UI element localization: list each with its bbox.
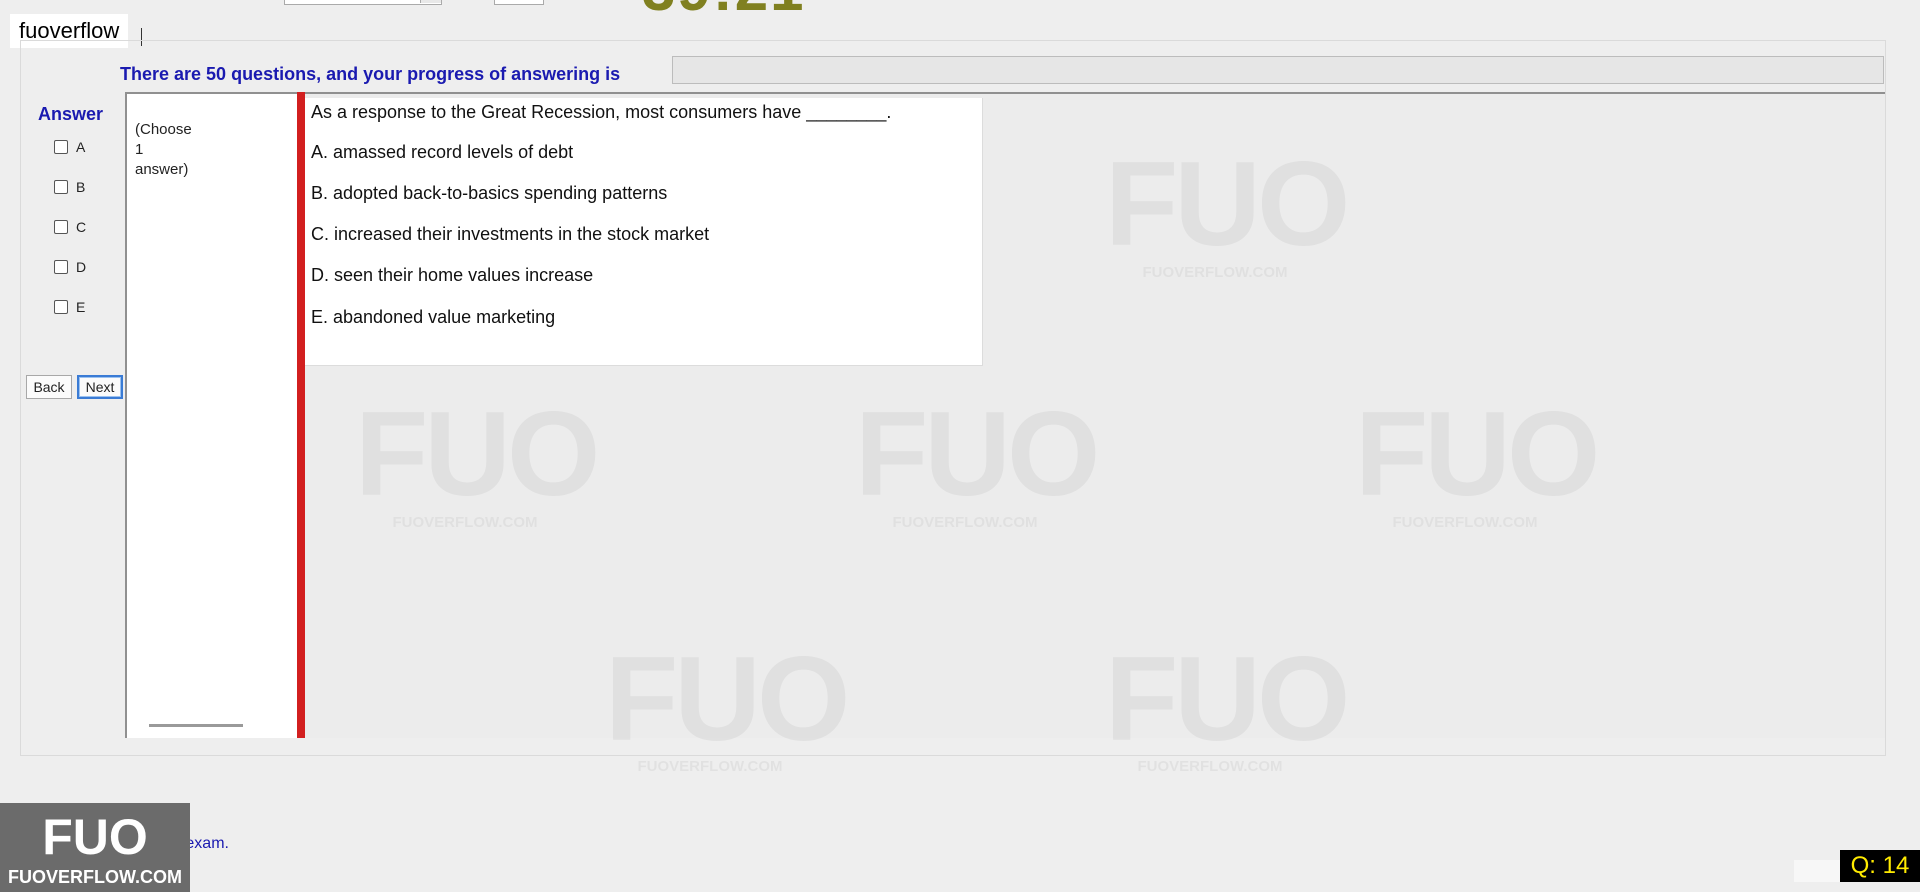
progress-bar [672, 56, 1884, 84]
progress-label: There are 50 questions, and your progres… [120, 64, 621, 84]
question-area: FUO FUOVERFLOW.COM FUO FUOVERFLOW.COM FU… [305, 92, 1885, 759]
checkbox-e[interactable] [54, 300, 68, 314]
answer-option-label: C [76, 219, 87, 235]
dropdown-arrow-icon[interactable] [420, 0, 441, 3]
question-box: As a response to the Great Recession, mo… [305, 98, 983, 366]
answer-option-e[interactable]: E [54, 297, 85, 317]
answer-option-a[interactable]: A [54, 137, 85, 157]
watermark: FUO FUOVERFLOW.COM [1105, 137, 1350, 281]
question-counter: Q: 14 [1840, 850, 1920, 882]
answer-option-c[interactable]: C [54, 217, 86, 237]
choose-panel[interactable]: (Choose 1 answer) [125, 92, 300, 738]
checkbox-b[interactable] [54, 180, 68, 194]
fuo-logo-site: FUOVERFLOW.COM [8, 867, 182, 887]
answer-option-b[interactable]: B [54, 177, 85, 197]
question-text: As a response to the Great Recession, mo… [311, 102, 892, 122]
answer-option-label: A [76, 139, 86, 155]
top-dropdown[interactable] [284, 0, 442, 5]
watermark: FUO FUOVERFLOW.COM [855, 387, 1100, 531]
watermark-site: FUOVERFLOW.COM [637, 758, 783, 775]
watermark-site: FUOVERFLOW.COM [1142, 264, 1288, 281]
watermark: FUOVERFLOW.COM [1100, 758, 1320, 775]
answer-option-d[interactable]: D [54, 257, 86, 277]
status-box [1794, 860, 1840, 882]
choose-hint: (Choose 1 answer) [135, 120, 192, 180]
question-option: B. adopted back-to-basics spending patte… [311, 183, 668, 203]
answer-option-label: B [76, 179, 86, 195]
top-spinner[interactable] [494, 0, 544, 5]
back-button[interactable]: Back [26, 375, 72, 399]
countdown-timer: 39:21 [642, 0, 805, 20]
watermark: FUOVERFLOW.COM [600, 758, 820, 775]
question-option: E. abandoned value marketing [311, 307, 556, 327]
horizontal-scrollbar[interactable] [149, 724, 243, 727]
question-option: C. increased their investments in the st… [311, 224, 710, 244]
question-option: D. seen their home values increase [311, 265, 594, 285]
answer-title: Answer [38, 104, 104, 124]
answer-option-label: D [76, 259, 87, 275]
watermark: FUO FUOVERFLOW.COM [355, 387, 600, 531]
watermark-logo: FUO [855, 387, 1100, 521]
next-button[interactable]: Next [77, 375, 123, 399]
watermark-logo: FUO [355, 387, 600, 521]
splitter-bar[interactable] [297, 92, 305, 738]
choose-hint-line: answer) [135, 161, 189, 178]
choose-hint-line: 1 [135, 141, 144, 158]
answer-option-label: E [76, 299, 86, 315]
watermark-site: FUOVERFLOW.COM [1392, 514, 1538, 531]
watermark-site: FUOVERFLOW.COM [1137, 758, 1283, 775]
fuo-logo-badge: FUO FUOVERFLOW.COM [0, 803, 190, 892]
watermark-logo: FUO [1355, 387, 1600, 521]
watermark-site: FUOVERFLOW.COM [392, 514, 538, 531]
watermark: FUO FUOVERFLOW.COM [1355, 387, 1600, 531]
choose-hint-line: (Choose [135, 121, 192, 138]
fuo-logo: FUO [42, 809, 148, 865]
watermark-logo: FUO [1105, 137, 1350, 271]
checkbox-a[interactable] [54, 140, 68, 154]
checkbox-c[interactable] [54, 220, 68, 234]
watermark-site: FUOVERFLOW.COM [892, 514, 1038, 531]
checkbox-d[interactable] [54, 260, 68, 274]
question-option: A. amassed record levels of debt [311, 142, 574, 162]
